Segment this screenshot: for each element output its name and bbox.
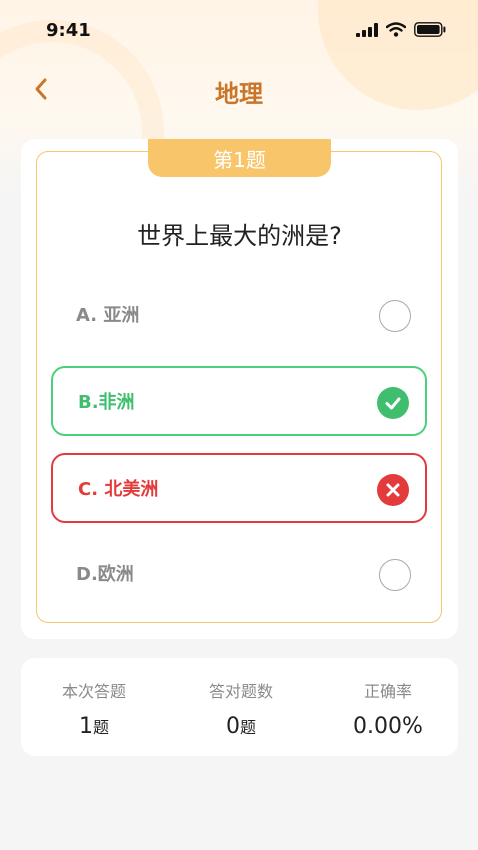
- option-d[interactable]: D.欧洲: [51, 540, 427, 610]
- option-b[interactable]: B.非洲: [51, 366, 427, 436]
- stat-number: 1: [78, 714, 93, 739]
- option-label: C. 北美洲: [78, 479, 159, 500]
- status-time: 9:41: [46, 20, 91, 41]
- stat-unit: 题: [92, 718, 109, 737]
- stat-value: 0.00%: [353, 714, 423, 739]
- stats-panel: 本次答题 1题 答对题数 0题 正确率 0.00%: [21, 658, 458, 756]
- battery-icon: [414, 22, 446, 37]
- option-label: B.非洲: [78, 392, 135, 413]
- option-a[interactable]: A. 亚洲: [51, 281, 427, 351]
- stat-number: 0: [225, 714, 240, 739]
- page-title: 地理: [215, 80, 263, 108]
- question-number-tab: 第1题: [148, 139, 331, 177]
- option-c[interactable]: C. 北美洲: [51, 453, 427, 523]
- check-circle-icon: [377, 387, 409, 419]
- stat-value: 1题: [24, 714, 164, 739]
- radio-circle-icon: [379, 300, 411, 332]
- signal-icon: [356, 22, 378, 37]
- question-text: 世界上最大的洲是?: [137, 222, 342, 250]
- radio-circle-icon: [379, 559, 411, 591]
- wifi-icon: [386, 22, 406, 37]
- stat-unit: 题: [239, 718, 256, 737]
- status-icons: [356, 22, 446, 37]
- nav-bar: 地理: [0, 60, 478, 120]
- option-label: D.欧洲: [76, 564, 134, 585]
- option-label: A. 亚洲: [76, 305, 140, 326]
- stat-label: 本次答题: [61, 682, 126, 701]
- stat-label: 正确率: [363, 682, 412, 701]
- status-bar: 9:41: [0, 0, 478, 60]
- x-circle-icon: [377, 474, 409, 506]
- stat-value: 0题: [171, 714, 311, 739]
- stat-label: 答对题数: [208, 682, 273, 701]
